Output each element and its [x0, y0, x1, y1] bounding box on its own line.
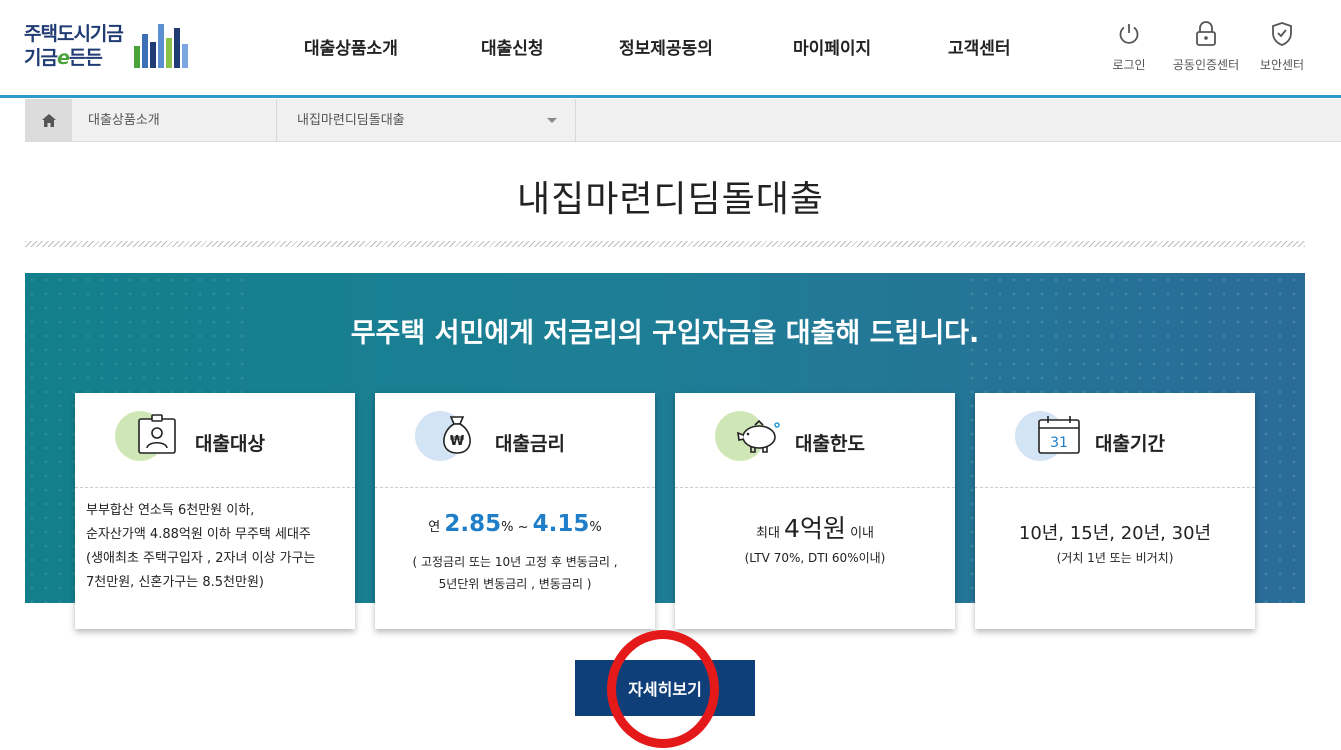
card-target-body: 부부합산 연소득 6천만원 이하, 순자산가액 4.88억원 이하 무주택 세대… [75, 489, 355, 629]
logo-bars-graphic [134, 22, 190, 68]
rate-note-1: ( 고정금리 또는 10년 고정 후 변동금리 , [412, 555, 618, 569]
card-limit-title: 대출한도 [795, 433, 865, 455]
breadcrumb-level2-label: 내집마련디딤돌대출 [297, 113, 405, 128]
card-limit-body: 최대 4억원 이내 (LTV 70%, DTI 60%이내) [675, 489, 955, 629]
util-cert-center[interactable]: 공동인증센터 [1166, 20, 1246, 73]
logo-line2-b: 든든 [68, 47, 103, 69]
nav-info-consent[interactable]: 정보제공동의 [619, 34, 713, 59]
target-line-1: 부부합산 연소득 6천만원 이하, [86, 503, 255, 518]
card-rate-title: 대출금리 [495, 433, 565, 455]
util-login-label: 로그인 [1112, 58, 1146, 72]
util-cert-label: 공동인증센터 [1172, 58, 1240, 72]
limit-prefix: 최대 [755, 526, 780, 541]
limit-suffix: 이내 [850, 526, 875, 541]
calendar-day: 31 [1050, 435, 1068, 451]
card-target-title: 대출대상 [195, 433, 265, 455]
rate-prefix: 연 [428, 520, 441, 535]
logo-line2-a: 기금 [24, 47, 58, 69]
site-header: 주택도시기금 기금e든든 대출상품소개 대출신청 정보제공동의 마이페이지 고객… [0, 0, 1341, 98]
svg-text:₩: ₩ [450, 434, 465, 449]
banner-headline: 무주택 서민에게 저금리의 구입자금을 대출해 드립니다. [350, 318, 980, 349]
rate-low: 2.85 [444, 511, 502, 537]
detail-button[interactable]: 자세히보기 [575, 660, 755, 716]
target-line-4: 7천만원, 신혼가구는 8.5천만원) [86, 575, 264, 590]
breadcrumb-level2-dropdown[interactable]: 내집마련디딤돌대출 [277, 99, 576, 142]
header-divider [0, 95, 1341, 98]
site-logo[interactable]: 주택도시기금 기금e든든 [24, 18, 194, 74]
nav-my-page[interactable]: 마이페이지 [793, 34, 871, 59]
logo-line2-e: e [56, 47, 70, 69]
nav-customer-center[interactable]: 고객센터 [948, 34, 1011, 59]
money-bag-icon: ₩ [443, 416, 471, 454]
breadcrumb-level1[interactable]: 대출상품소개 [72, 99, 277, 142]
limit-note: (LTV 70%, DTI 60%이내) [744, 551, 886, 565]
chevron-down-icon [547, 118, 557, 123]
nav-loan-apply[interactable]: 대출신청 [481, 34, 544, 59]
card-term-body: 10년, 15년, 20년, 30년 (거치 1년 또는 비거치) [975, 489, 1255, 629]
shield-icon [1269, 20, 1295, 48]
lock-icon [1193, 20, 1219, 48]
rate-unit-1: % [501, 520, 514, 535]
home-icon[interactable] [25, 99, 72, 142]
power-icon [1116, 20, 1142, 48]
logo-line1: 주택도시기금 [24, 23, 124, 45]
card-loan-limit: 대출한도 최대 4억원 이내 (LTV 70%, DTI 60%이내) [675, 393, 955, 629]
term-value: 10년, 15년, 20년, 30년 [1018, 523, 1212, 544]
target-line-3: (생애최초 주택구입자 , 2자녀 이상 가구는 [86, 551, 316, 566]
target-line-2: 순자산가액 4.88억원 이하 무주택 세대주 [86, 527, 311, 542]
card-rate-body: 연 2.85% ~ 4.15% ( 고정금리 또는 10년 고정 후 변동금리 … [375, 489, 655, 629]
id-card-icon [138, 414, 176, 454]
card-loan-rate: ₩ 대출금리 연 2.85% ~ 4.15% ( 고정금리 또는 10년 고정 … [375, 393, 655, 629]
nav-loan-products[interactable]: 대출상품소개 [304, 34, 398, 59]
util-login[interactable]: 로그인 [1089, 20, 1169, 73]
limit-amount: 4억원 [784, 514, 846, 543]
card-loan-target: 대출대상 부부합산 연소득 6천만원 이하, 순자산가액 4.88억원 이하 무… [75, 393, 355, 629]
page-title: 내집마련디딤돌대출 [516, 179, 825, 220]
breadcrumb: 대출상품소개 내집마련디딤돌대출 [25, 99, 1341, 142]
card-term-title: 대출기간 [1095, 433, 1165, 455]
rate-tilde: ~ [517, 520, 529, 535]
util-security-label: 보안센터 [1259, 58, 1305, 72]
util-security-center[interactable]: 보안센터 [1242, 20, 1322, 73]
rate-high: 4.15 [532, 511, 590, 537]
title-divider [25, 241, 1305, 247]
piggy-bank-icon [737, 419, 780, 453]
rate-note-2: 5년단위 변동금리 , 변동금리 ) [438, 577, 592, 591]
calendar-icon: 31 [1038, 416, 1080, 454]
card-loan-term: 31 대출기간 10년, 15년, 20년, 30년 (거치 1년 또는 비거치… [975, 393, 1255, 629]
rate-unit-2: % [589, 520, 602, 535]
term-note: (거치 1년 또는 비거치) [1056, 551, 1174, 565]
